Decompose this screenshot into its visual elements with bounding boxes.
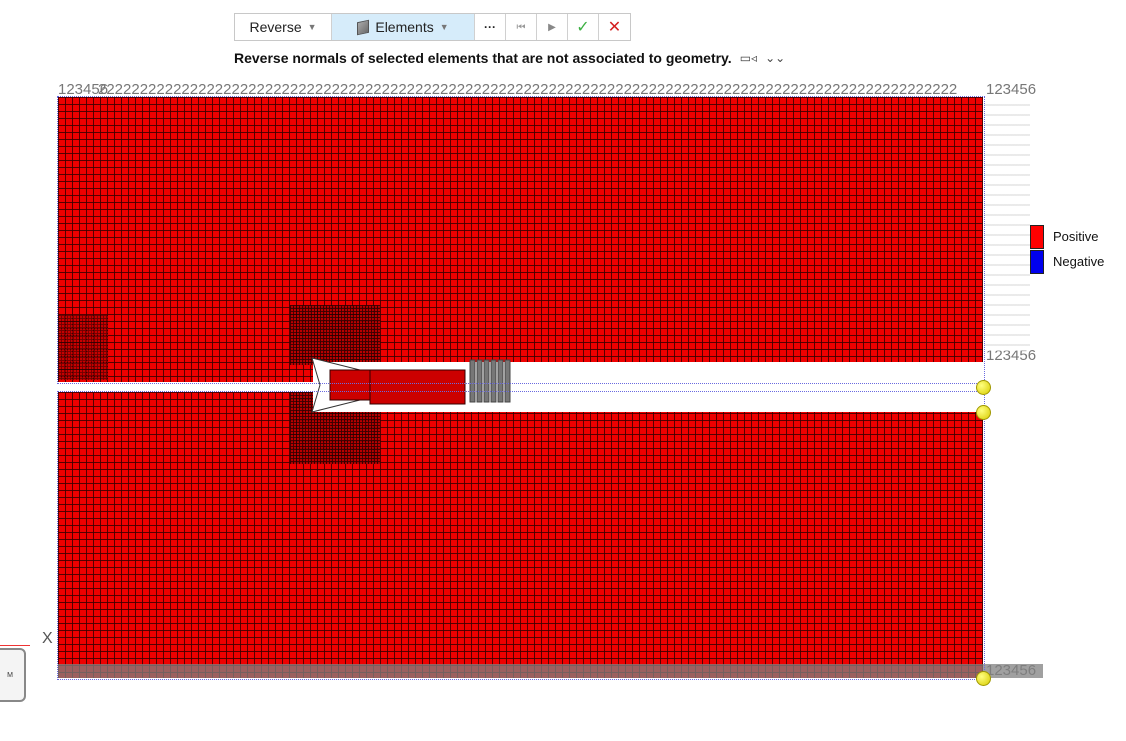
- hint-text: Reverse normals of selected elements tha…: [234, 50, 732, 66]
- legend-label-positive: Positive: [1053, 229, 1099, 244]
- expand-chevrons-icon[interactable]: ⌄⌄: [765, 51, 785, 65]
- first-step-button[interactable]: ⏮: [506, 14, 537, 40]
- more-options-button[interactable]: ···: [475, 14, 506, 40]
- video-camera-icon[interactable]: ▭◃: [740, 51, 757, 65]
- panel-hint: Reverse normals of selected elements tha…: [234, 50, 785, 66]
- elements-label: Elements: [375, 19, 434, 35]
- node-label-top-row: 2222222222222222222222222222222222222222…: [98, 82, 958, 97]
- cancel-button[interactable]: ✕: [599, 14, 630, 40]
- legend-label-negative: Negative: [1053, 254, 1105, 269]
- marker-point[interactable]: [976, 380, 991, 395]
- element-cube-icon: [357, 19, 370, 35]
- marker-point[interactable]: [976, 671, 991, 686]
- view-cube[interactable]: M: [0, 648, 26, 702]
- reverse-label: Reverse: [249, 19, 302, 35]
- selection-boundary-bottom: [57, 391, 985, 680]
- panel-toolbar: Reverse ▼ Elements ▼ ··· ⏮ ▶ ✓ ✕: [234, 13, 631, 41]
- selection-boundary-top: [57, 96, 985, 384]
- skip-back-icon: ⏮: [516, 21, 526, 33]
- check-icon: ✓: [576, 19, 590, 36]
- normals-legend: Positive Negative: [1030, 224, 1104, 274]
- entity-selector-dropdown[interactable]: Elements ▼: [332, 14, 475, 40]
- more-icon: ···: [484, 20, 496, 34]
- chevron-down-icon: ▼: [307, 22, 317, 32]
- axis-x-label: X: [42, 630, 53, 647]
- legend-item-negative: Negative: [1030, 249, 1104, 274]
- marker-point[interactable]: [976, 405, 991, 420]
- node-label-column-right: [984, 96, 1030, 351]
- play-icon: ▶: [548, 21, 556, 33]
- legend-swatch-negative: [1030, 249, 1044, 274]
- view-cube-label: M: [7, 671, 13, 679]
- next-step-button[interactable]: ▶: [537, 14, 568, 40]
- legend-item-positive: Positive: [1030, 224, 1104, 249]
- chevron-down-icon: ▼: [439, 22, 449, 32]
- axis-x-line: [0, 645, 30, 646]
- close-icon: ✕: [607, 19, 622, 36]
- apply-button[interactable]: ✓: [568, 14, 599, 40]
- reverse-mode-dropdown[interactable]: Reverse ▼: [235, 14, 332, 40]
- node-label-right-top: 123456: [986, 81, 1037, 98]
- legend-swatch-positive: [1030, 224, 1044, 249]
